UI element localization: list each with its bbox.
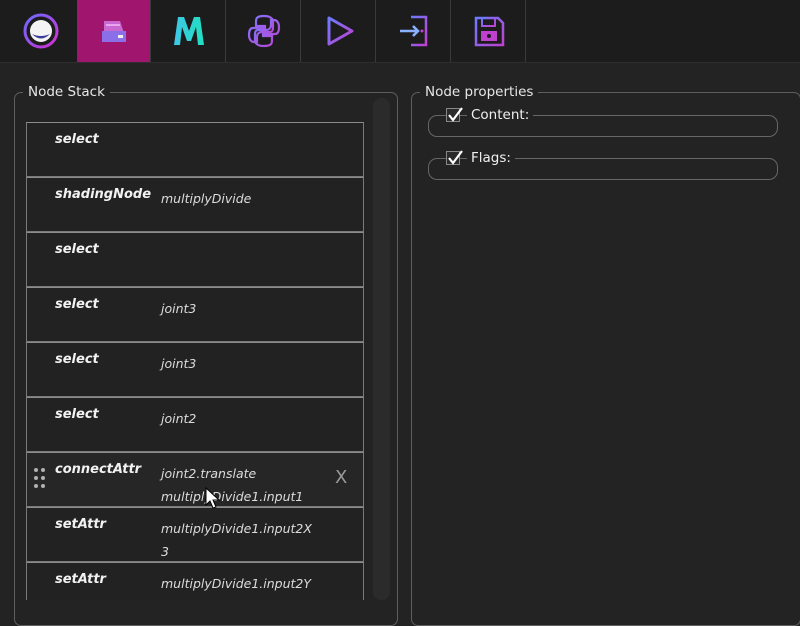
node-command: shadingNode	[55, 187, 152, 202]
node-stack-item[interactable]: select joint3	[26, 287, 364, 342]
node-stack-item[interactable]: select joint2	[26, 397, 364, 452]
import-icon	[399, 15, 427, 47]
node-stack-item[interactable]: setAttr multiplyDivide1.input2Y 3	[26, 562, 364, 600]
node-argument: multiplyDivide1.input1	[161, 489, 304, 504]
node-argument: joint3	[161, 301, 197, 316]
node-argument: multiplyDivide1.input2Y	[161, 576, 312, 591]
checkmark-icon	[448, 150, 463, 165]
python-icon	[247, 14, 280, 48]
content-checkbox[interactable]	[446, 107, 463, 122]
node-argument: multiplyDivide	[161, 191, 252, 206]
node-command: select	[55, 407, 99, 422]
node-arguments: joint2	[161, 407, 196, 430]
node-arguments: multiplyDivide1.input2X 3	[161, 517, 312, 563]
remove-node-button[interactable]: X	[335, 467, 347, 488]
node-stack-item[interactable]: connectAttr joint2.translate multiplyDivid…	[26, 452, 364, 507]
node-stack-item[interactable]: setAttr multiplyDivide1.input2X 3	[26, 507, 364, 562]
save-button[interactable]	[452, 0, 526, 62]
mel-button[interactable]	[152, 0, 226, 62]
flags-label: Flags:	[467, 150, 515, 166]
node-stack-list: select shadingNode multiplyDivide select sel…	[26, 96, 364, 600]
node-stack-scrollbar[interactable]	[373, 98, 390, 600]
node-arguments: joint3	[161, 297, 196, 320]
toolbar	[0, 0, 800, 63]
drag-handle-icon[interactable]	[33, 467, 47, 489]
node-properties-title: Node properties	[425, 84, 534, 100]
node-arguments: multiplyDivide	[161, 187, 251, 210]
node-stack-item[interactable]: shadingNode multiplyDivide	[26, 177, 364, 232]
node-arguments: multiplyDivide1.input2Y 3	[161, 572, 311, 600]
save-icon	[474, 16, 504, 47]
node-command: select	[55, 297, 99, 312]
import-button[interactable]	[377, 0, 451, 62]
maya-logo-icon	[23, 13, 58, 49]
node-arguments: joint2.translate multiplyDivide1.input1	[161, 462, 303, 508]
node-argument: 3	[161, 544, 169, 559]
node-argument: joint3	[161, 356, 197, 371]
python-button[interactable]	[227, 0, 301, 62]
node-command: select	[55, 352, 99, 367]
node-stack-item[interactable]: select	[26, 232, 364, 287]
maya-button[interactable]	[4, 0, 78, 62]
node-stack-item[interactable]: select	[26, 122, 364, 177]
content-label: Content:	[467, 107, 534, 123]
node-argument: joint2	[161, 411, 197, 426]
node-stack-item[interactable]: select joint3	[26, 342, 364, 397]
mel-icon	[173, 17, 204, 45]
play-icon	[327, 16, 353, 46]
node-command: select	[55, 132, 99, 147]
checkmark-icon	[448, 107, 463, 122]
run-button[interactable]	[302, 0, 376, 62]
node-stack-icon	[101, 21, 126, 42]
node-stack-button[interactable]	[77, 0, 151, 62]
node-command: setAttr	[55, 572, 106, 587]
node-argument: multiplyDivide1.input2X	[161, 521, 312, 536]
node-command: select	[55, 242, 99, 257]
node-arguments: joint3	[161, 352, 196, 375]
node-argument: joint2.translate	[161, 466, 257, 481]
mouse-cursor-icon	[205, 487, 221, 509]
node-argument: 3	[161, 595, 311, 600]
node-command: connectAttr	[55, 462, 142, 477]
node-command: setAttr	[55, 517, 106, 532]
flags-checkbox[interactable]	[446, 150, 463, 165]
